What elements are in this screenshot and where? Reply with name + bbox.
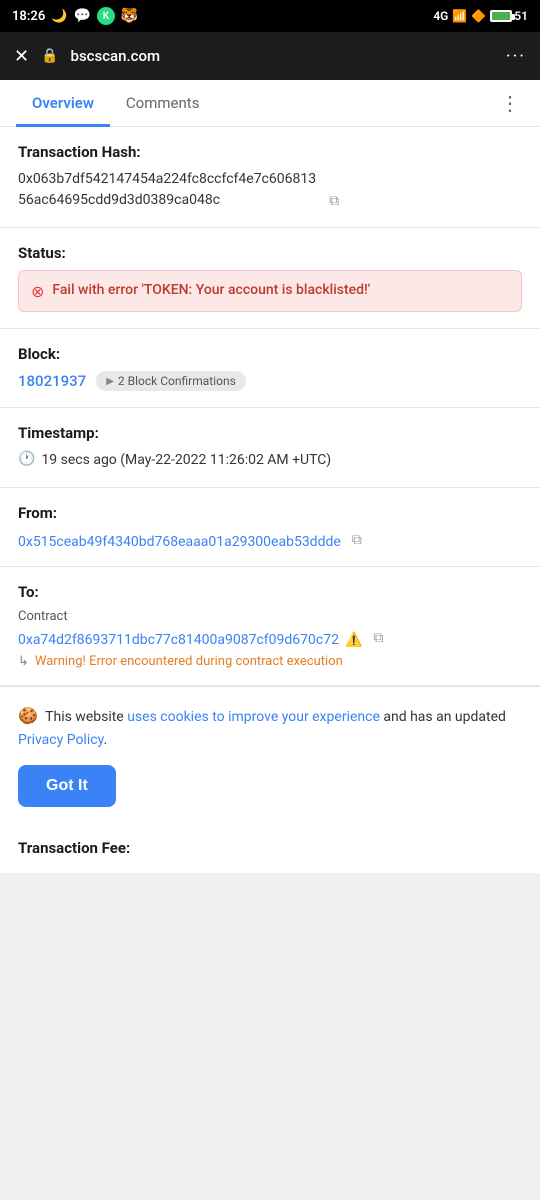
error-icon: ⊗ <box>31 282 44 301</box>
status-section: Status: ⊗ Fail with error 'TOKEN: Your a… <box>0 228 540 329</box>
from-address-link[interactable]: 0x515ceab49f4340bd768eaaa01a29300eab53dd… <box>18 534 341 550</box>
confirmations-text: 2 Block Confirmations <box>118 374 236 388</box>
status-bar-left: 18:26 🌙 💬 K 🐯 <box>12 7 138 25</box>
to-label: To: <box>18 583 522 601</box>
messenger-icon: 💬 <box>73 8 90 24</box>
close-button[interactable]: ✕ <box>14 46 29 67</box>
from-label: From: <box>18 504 522 522</box>
contract-warning-text: ↳ Warning! Error encountered during cont… <box>18 654 522 669</box>
time-display: 18:26 <box>12 9 45 24</box>
hash-label: Transaction Hash: <box>18 143 522 161</box>
signal-icon: 📶 <box>452 9 467 23</box>
browser-chrome: ✕ 🔒 bscscan.com ··· <box>0 32 540 80</box>
from-section: From: 0x515ceab49f4340bd768eaaa01a29300e… <box>0 488 540 567</box>
tab-more-button[interactable]: ⋮ <box>496 83 524 123</box>
status-bar-right: 4G 📶 🔶 51 <box>433 9 528 23</box>
fee-label: Transaction Fee: <box>18 839 522 857</box>
tabs-bar: Overview Comments ⋮ <box>0 80 540 127</box>
tab-overview[interactable]: Overview <box>16 80 110 127</box>
cookie-text-2: and has an updated <box>380 709 506 725</box>
block-number-link[interactable]: 18021937 <box>18 372 86 390</box>
timestamp-section: Timestamp: 🕐 19 secs ago (May-22-2022 11… <box>0 408 540 488</box>
wifi-icon: 🔶 <box>471 9 486 23</box>
block-label: Block: <box>18 345 522 363</box>
kucoin-icon: K <box>97 7 115 25</box>
hash-row: 0x063b7df542147454a224fc8ccfcf4e7c606813… <box>18 169 522 211</box>
hash-copy-icon[interactable]: ⧉ <box>324 191 344 211</box>
status-label: Status: <box>18 244 522 262</box>
hash-value: 0x063b7df542147454a224fc8ccfcf4e7c606813… <box>18 169 316 211</box>
cookie-text-3: . <box>103 732 107 748</box>
from-copy-icon[interactable]: ⧉ <box>347 530 367 550</box>
cookie-icon: 🍪 <box>18 706 38 725</box>
clock-icon: 🕐 <box>18 451 35 467</box>
network-label: 4G <box>433 9 448 23</box>
cookie-text-1: This website <box>45 709 127 725</box>
arrow-indent-icon: ↳ <box>18 654 29 669</box>
to-copy-icon[interactable]: ⧉ <box>368 628 388 648</box>
cookie-link-privacy[interactable]: Privacy Policy <box>18 732 103 748</box>
status-error-badge: ⊗ Fail with error 'TOKEN: Your account i… <box>18 270 522 312</box>
from-address-row: 0x515ceab49f4340bd768eaaa01a29300eab53dd… <box>18 530 522 550</box>
contract-label: Contract <box>18 609 522 624</box>
app-icon: 🐯 <box>121 8 138 24</box>
got-it-button[interactable]: Got It <box>18 765 116 807</box>
moon-icon: 🌙 <box>51 9 67 24</box>
cookie-link-experience[interactable]: uses cookies to improve your experience <box>127 709 380 725</box>
block-row: 18021937 ▶ 2 Block Confirmations <box>18 371 522 391</box>
battery-display: 51 <box>490 9 528 23</box>
timestamp-row: 🕐 19 secs ago (May-22-2022 11:26:02 AM +… <box>18 450 522 471</box>
block-section: Block: 18021937 ▶ 2 Block Confirmations <box>0 329 540 408</box>
lock-icon: 🔒 <box>41 48 58 64</box>
to-section: To: Contract 0xa74d2f8693711dbc77c81400a… <box>0 567 540 686</box>
contract-warning-icon: ⚠️ <box>345 632 362 648</box>
status-error-text: Fail with error 'TOKEN: Your account is … <box>52 281 370 301</box>
status-bar: 18:26 🌙 💬 K 🐯 4G 📶 🔶 51 <box>0 0 540 32</box>
browser-menu-button[interactable]: ··· <box>506 46 526 67</box>
block-confirmations-badge: ▶ 2 Block Confirmations <box>96 371 246 391</box>
transaction-details: Transaction Hash: 0x063b7df542147454a224… <box>0 127 540 873</box>
chevron-right-icon: ▶ <box>106 376 114 387</box>
to-address-link[interactable]: 0xa74d2f8693711dbc77c81400a9087cf09d670c… <box>18 632 339 648</box>
cookie-banner: 🍪 This website uses cookies to improve y… <box>0 686 540 823</box>
timestamp-value: 19 secs ago (May-22-2022 11:26:02 AM +UT… <box>41 450 331 471</box>
tab-comments[interactable]: Comments <box>110 80 216 127</box>
hash-section: Transaction Hash: 0x063b7df542147454a224… <box>0 127 540 228</box>
url-bar[interactable]: bscscan.com <box>71 47 494 65</box>
to-address-row: 0xa74d2f8693711dbc77c81400a9087cf09d670c… <box>18 628 522 648</box>
timestamp-label: Timestamp: <box>18 424 522 442</box>
fee-section: Transaction Fee: <box>0 823 540 873</box>
